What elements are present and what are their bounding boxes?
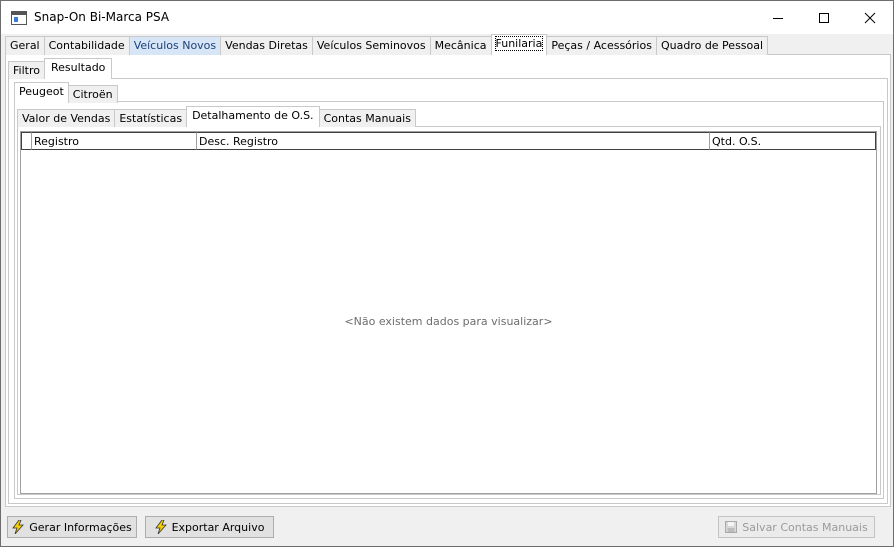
brand-tabs: Peugeot Citroën — [14, 82, 118, 103]
tab-geral[interactable]: Geral — [5, 36, 45, 55]
empty-message: <Não existem dados para visualizar> — [344, 315, 553, 328]
generate-info-button[interactable]: Gerar Informações — [7, 516, 137, 538]
maximize-button[interactable] — [801, 1, 847, 34]
close-icon — [864, 12, 876, 23]
tab-peugeot[interactable]: Peugeot — [14, 82, 69, 103]
tab-veiculos-novos[interactable]: Veículos Novos — [128, 36, 222, 55]
tab-valor-vendas[interactable]: Valor de Vendas — [17, 109, 116, 127]
column-header-desc-registro[interactable]: Desc. Registro — [197, 132, 710, 150]
minimize-icon — [773, 17, 783, 19]
row-selector-header — [21, 132, 32, 150]
column-header-qtd-os[interactable]: Qtd. O.S. — [710, 132, 876, 150]
report-tabs: Valor de Vendas Estatísticas Detalhament… — [17, 106, 416, 127]
tab-filtro[interactable]: Filtro — [8, 61, 45, 79]
tab-pecas-acessorios[interactable]: Peças / Acessórios — [546, 36, 657, 55]
lightning-icon — [12, 520, 25, 534]
view-tabs: Filtro Resultado — [8, 58, 113, 79]
app-window: Snap-On Bi-Marca PSA Geral Contabilidade… — [0, 0, 894, 547]
tab-estatisticas[interactable]: Estatísticas — [114, 109, 188, 127]
tab-veiculos-seminovos[interactable]: Veículos Seminovos — [311, 36, 431, 55]
tab-citroen[interactable]: Citroën — [67, 85, 118, 103]
close-button[interactable] — [847, 1, 893, 34]
tab-contabilidade[interactable]: Contabilidade — [43, 36, 130, 55]
window-title: Snap-On Bi-Marca PSA — [34, 10, 170, 24]
save-manual-accounts-button[interactable]: Salvar Contas Manuais — [718, 516, 875, 538]
title-bar: Snap-On Bi-Marca PSA — [1, 1, 893, 34]
minimize-button[interactable] — [755, 1, 801, 34]
tab-resultado[interactable]: Resultado — [43, 58, 113, 79]
tab-funilaria-label: Funilaria — [494, 36, 544, 51]
main-tabs: Geral Contabilidade Veículos Novos Venda… — [5, 34, 769, 55]
column-header-registro[interactable]: Registro — [32, 132, 197, 150]
save-manual-accounts-label: Salvar Contas Manuais — [742, 520, 868, 534]
tab-vendas-diretas[interactable]: Vendas Diretas — [220, 36, 313, 55]
lightning-icon — [154, 520, 167, 534]
app-icon — [11, 11, 27, 25]
data-grid[interactable]: Registro Desc. Registro Qtd. O.S. <Não e… — [20, 131, 877, 494]
tab-funilaria[interactable]: Funilaria — [490, 34, 548, 55]
tab-mecanica[interactable]: Mecânica — [429, 36, 492, 55]
tab-quadro-pessoal[interactable]: Quadro de Pessoal — [655, 36, 769, 55]
export-file-button[interactable]: Exportar Arquivo — [145, 516, 274, 538]
generate-info-label: Gerar Informações — [29, 520, 132, 534]
maximize-icon — [819, 12, 829, 23]
tab-contas-manuais[interactable]: Contas Manuais — [318, 109, 416, 127]
tab-detalhamento-os[interactable]: Detalhamento de O.S. — [186, 106, 320, 127]
save-icon — [725, 521, 738, 533]
export-file-label: Exportar Arquivo — [171, 520, 265, 534]
